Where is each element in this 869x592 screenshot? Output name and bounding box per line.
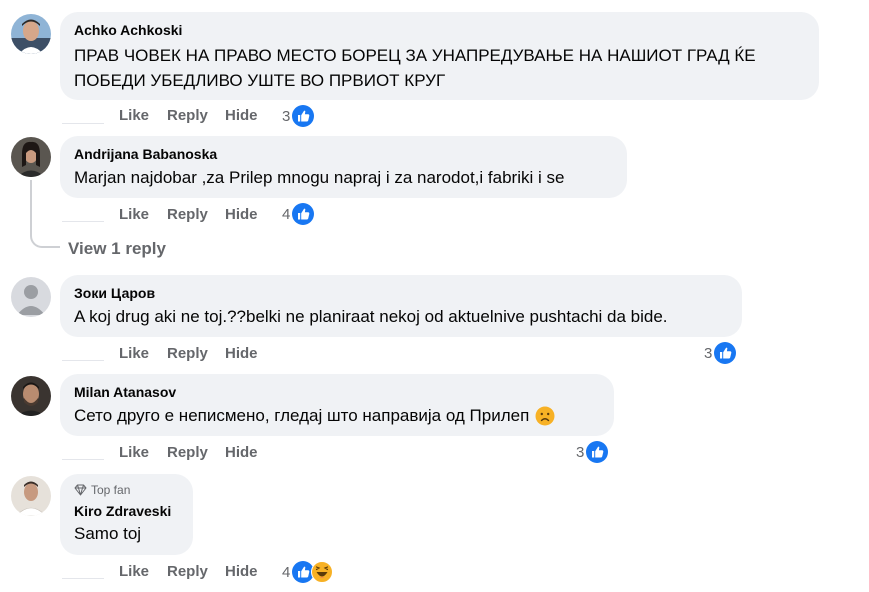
avatar[interactable] <box>11 376 51 416</box>
reaction-summary[interactable]: 4 <box>282 561 334 583</box>
reaction-summary[interactable]: 3 <box>704 342 737 364</box>
comment-bubble: Andrijana Babanoska Marjan najdobar ,za … <box>60 136 627 198</box>
like-icon <box>714 342 737 364</box>
reaction-count: 4 <box>282 563 291 581</box>
comment-author[interactable]: Achko Achkoski <box>74 21 805 39</box>
hide-button[interactable]: Hide <box>225 563 258 580</box>
comment-text: Сето друго е неписмено, гледај што напра… <box>74 403 600 428</box>
diamond-icon <box>74 484 87 496</box>
comment-bubble: Top fan Kiro Zdraveski Samo toj <box>60 474 193 555</box>
divider <box>62 221 104 222</box>
avatar[interactable] <box>11 137 51 177</box>
reply-button[interactable]: Reply <box>167 563 208 580</box>
like-icon <box>586 441 609 463</box>
top-fan-label: Top fan <box>91 483 131 497</box>
like-button[interactable]: Like <box>119 107 149 124</box>
comment-text: A koj drug aki ne toj.??belki ne planira… <box>74 304 728 329</box>
like-icon <box>292 203 315 225</box>
comment-author[interactable]: Kiro Zdraveski <box>74 502 179 520</box>
hide-button[interactable]: Hide <box>225 345 258 362</box>
divider <box>62 123 104 124</box>
avatar[interactable] <box>11 476 51 516</box>
comment-author[interactable]: Milan Atanasov <box>74 383 600 401</box>
comment-text: Marjan najdobar ,za Prilep mnogu napraj … <box>74 165 613 190</box>
hide-button[interactable]: Hide <box>225 206 258 223</box>
thread-connector <box>30 228 60 248</box>
reaction-summary[interactable]: 3 <box>282 105 315 127</box>
reaction-summary[interactable]: 4 <box>282 203 315 225</box>
comment-bubble: Achko Achkoski ПРАВ ЧОВЕК НА ПРАВО МЕСТО… <box>60 12 819 100</box>
view-replies-link[interactable]: View 1 reply <box>68 239 166 259</box>
reaction-count: 3 <box>282 107 291 125</box>
comment-author[interactable]: Andrijana Babanoska <box>74 145 613 163</box>
reaction-count: 3 <box>576 443 585 461</box>
like-icon <box>292 105 315 127</box>
reply-button[interactable]: Reply <box>167 107 208 124</box>
hide-button[interactable]: Hide <box>225 444 258 461</box>
sad-face-emoji <box>535 406 555 425</box>
top-fan-badge: Top fan <box>74 482 179 498</box>
reaction-count: 3 <box>704 344 713 362</box>
avatar[interactable] <box>11 277 51 317</box>
divider <box>62 360 104 361</box>
comment-bubble: Зоки Царов A koj drug aki ne toj.??belki… <box>60 275 742 337</box>
comment-text-line: Marjan najdobar ,za Prilep mnogu napraj … <box>74 168 565 187</box>
reaction-summary[interactable]: 3 <box>576 441 609 463</box>
comment-author[interactable]: Зоки Царов <box>74 284 728 302</box>
reaction-count: 4 <box>282 205 291 223</box>
like-button[interactable]: Like <box>119 444 149 461</box>
reply-button[interactable]: Reply <box>167 444 208 461</box>
comment-text-line: ПРАВ ЧОВЕК НА ПРАВО МЕСТО БОРЕЦ ЗА УНАПР… <box>74 46 756 65</box>
thread-line <box>30 180 32 230</box>
like-button[interactable]: Like <box>119 206 149 223</box>
comment-text: ПРАВ ЧОВЕК НА ПРАВО МЕСТО БОРЕЦ ЗА УНАПР… <box>74 43 805 93</box>
reply-button[interactable]: Reply <box>167 345 208 362</box>
divider <box>62 578 104 579</box>
hide-button[interactable]: Hide <box>225 107 258 124</box>
comment-text-line: Сето друго е неписмено, гледај што напра… <box>74 406 530 425</box>
avatar[interactable] <box>11 14 51 54</box>
comment-text: Samo toj <box>74 521 179 546</box>
comment-text-line: Samo toj <box>74 524 142 543</box>
comment-bubble: Milan Atanasov Сето друго е неписмено, г… <box>60 374 614 436</box>
like-button[interactable]: Like <box>119 563 149 580</box>
haha-icon <box>311 561 334 583</box>
comment-text-line: A koj drug aki ne toj.??belki ne planira… <box>74 307 668 326</box>
comment-text-line: ПОБЕДИ УБЕДЛИВО УШТЕ ВО ПРВИОТ КРУГ <box>74 71 446 90</box>
divider <box>62 459 104 460</box>
like-button[interactable]: Like <box>119 345 149 362</box>
reply-button[interactable]: Reply <box>167 206 208 223</box>
